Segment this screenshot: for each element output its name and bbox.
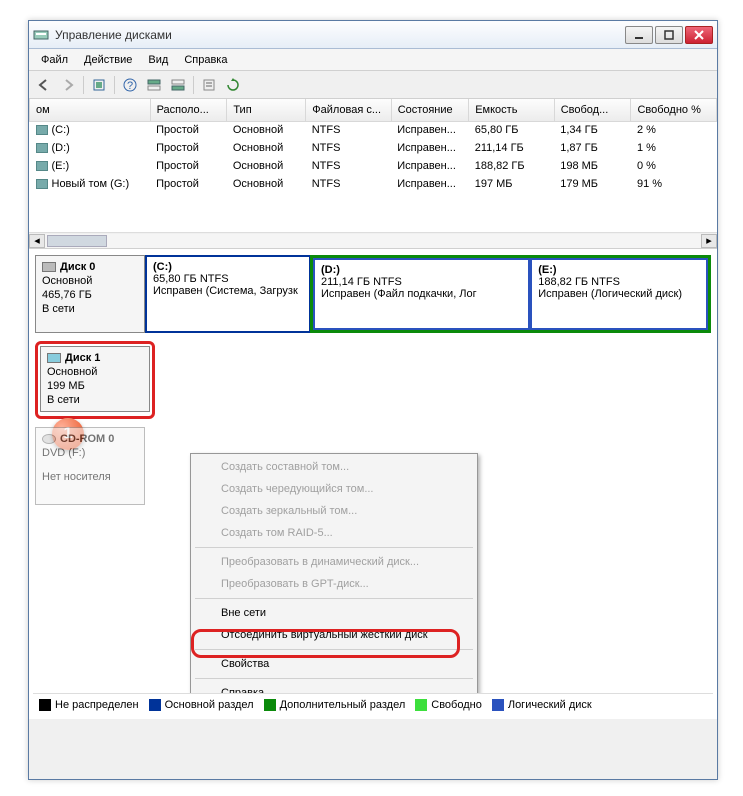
minimize-button[interactable] <box>625 26 653 44</box>
volume-icon <box>36 125 48 135</box>
menu-detach-vhd[interactable]: Отсоединить виртуальный жесткий диск <box>193 624 475 646</box>
disk-icon <box>47 353 61 363</box>
col-layout[interactable]: Располо... <box>150 99 227 121</box>
partition-c[interactable]: (C:) 65,80 ГБ NTFS Исправен (Система, За… <box>145 255 310 333</box>
volume-icon <box>36 161 48 171</box>
volume-row[interactable]: (D:)ПростойОсновнойNTFSИсправен...211,14… <box>30 139 717 157</box>
svg-text:?: ? <box>127 80 133 92</box>
legend: Не распределен Основной раздел Дополните… <box>33 693 713 715</box>
partition-e[interactable]: (E:) 188,82 ГБ NTFS Исправен (Логический… <box>530 258 708 330</box>
menu-help[interactable]: Справка <box>176 52 235 68</box>
volume-icon <box>36 179 48 189</box>
scroll-thumb[interactable] <box>47 235 107 247</box>
content-area: ом Располо... Тип Файловая с... Состояни… <box>29 99 717 719</box>
legend-free: Свободно <box>431 699 482 711</box>
settings-icon[interactable] <box>88 74 110 96</box>
view-bottom-icon[interactable] <box>167 74 189 96</box>
properties-icon[interactable] <box>198 74 220 96</box>
disk-0-header[interactable]: Диск 0 Основной 465,76 ГБ В сети <box>35 255 145 333</box>
menu-convert-dynamic: Преобразовать в динамический диск... <box>193 551 475 573</box>
close-button[interactable] <box>685 26 713 44</box>
partition-d[interactable]: (D:) 211,14 ГБ NTFS Исправен (Файл подка… <box>313 258 530 330</box>
menubar: Файл Действие Вид Справка <box>29 49 717 71</box>
volume-row[interactable]: Новый том (G:)ПростойОсновнойNTFSИсправе… <box>30 175 717 193</box>
menu-view[interactable]: Вид <box>140 52 176 68</box>
refresh-icon[interactable] <box>222 74 244 96</box>
cdrom-0-row: CD-ROM 0 DVD (F:) Нет носителя <box>35 427 711 505</box>
disk-0-row: Диск 0 Основной 465,76 ГБ В сети (C:) 65… <box>35 255 711 333</box>
menu-offline[interactable]: Вне сети <box>193 602 475 624</box>
app-icon <box>33 27 49 43</box>
toolbar: ? <box>29 71 717 99</box>
menu-action[interactable]: Действие <box>76 52 140 68</box>
help-icon[interactable]: ? <box>119 74 141 96</box>
window-title: Управление дисками <box>55 28 625 42</box>
volume-row[interactable]: (C:)ПростойОсновнойNTFSИсправен...65,80 … <box>30 121 717 139</box>
maximize-button[interactable] <box>655 26 683 44</box>
col-volume[interactable]: ом <box>30 99 151 121</box>
legend-primary: Основной раздел <box>165 699 254 711</box>
scroll-left-icon[interactable]: ◂ <box>29 234 45 248</box>
col-status[interactable]: Состояние <box>391 99 468 121</box>
cdrom-icon <box>42 434 56 444</box>
legend-unallocated: Не распределен <box>55 699 139 711</box>
disk-1-highlight: Диск 1 Основной 199 МБ В сети 1 <box>35 341 155 419</box>
menu-convert-gpt: Преобразовать в GPT-диск... <box>193 573 475 595</box>
scroll-right-icon[interactable]: ▸ <box>701 234 717 248</box>
col-free-pct[interactable]: Свободно % <box>631 99 717 121</box>
horizontal-scrollbar[interactable]: ◂ ▸ <box>29 232 717 248</box>
menu-file[interactable]: Файл <box>33 52 76 68</box>
col-free[interactable]: Свобод... <box>554 99 631 121</box>
view-top-icon[interactable] <box>143 74 165 96</box>
menu-properties[interactable]: Свойства <box>193 653 475 675</box>
disk-1-row: Диск 1 Основной 199 МБ В сети 1 Создать … <box>35 341 711 419</box>
volume-icon <box>36 143 48 153</box>
disk-icon <box>42 262 56 272</box>
volume-row[interactable]: (E:)ПростойОсновнойNTFSИсправен...188,82… <box>30 157 717 175</box>
menu-raid5-volume: Создать том RAID-5... <box>193 522 475 544</box>
col-filesystem[interactable]: Файловая с... <box>306 99 392 121</box>
back-button[interactable] <box>33 74 55 96</box>
disk-management-window: Управление дисками Файл Действие Вид Спр… <box>28 20 718 780</box>
cdrom-0-header[interactable]: CD-ROM 0 DVD (F:) Нет носителя <box>35 427 145 505</box>
graphical-view: Диск 0 Основной 465,76 ГБ В сети (C:) 65… <box>29 249 717 719</box>
volume-list[interactable]: ом Располо... Тип Файловая с... Состояни… <box>29 99 717 249</box>
forward-button[interactable] <box>57 74 79 96</box>
col-capacity[interactable]: Емкость <box>469 99 555 121</box>
titlebar[interactable]: Управление дисками <box>29 21 717 49</box>
legend-extended: Дополнительный раздел <box>280 699 406 711</box>
col-type[interactable]: Тип <box>227 99 306 121</box>
disk-1-header[interactable]: Диск 1 Основной 199 МБ В сети <box>40 346 150 412</box>
legend-logical: Логический диск <box>508 699 592 711</box>
